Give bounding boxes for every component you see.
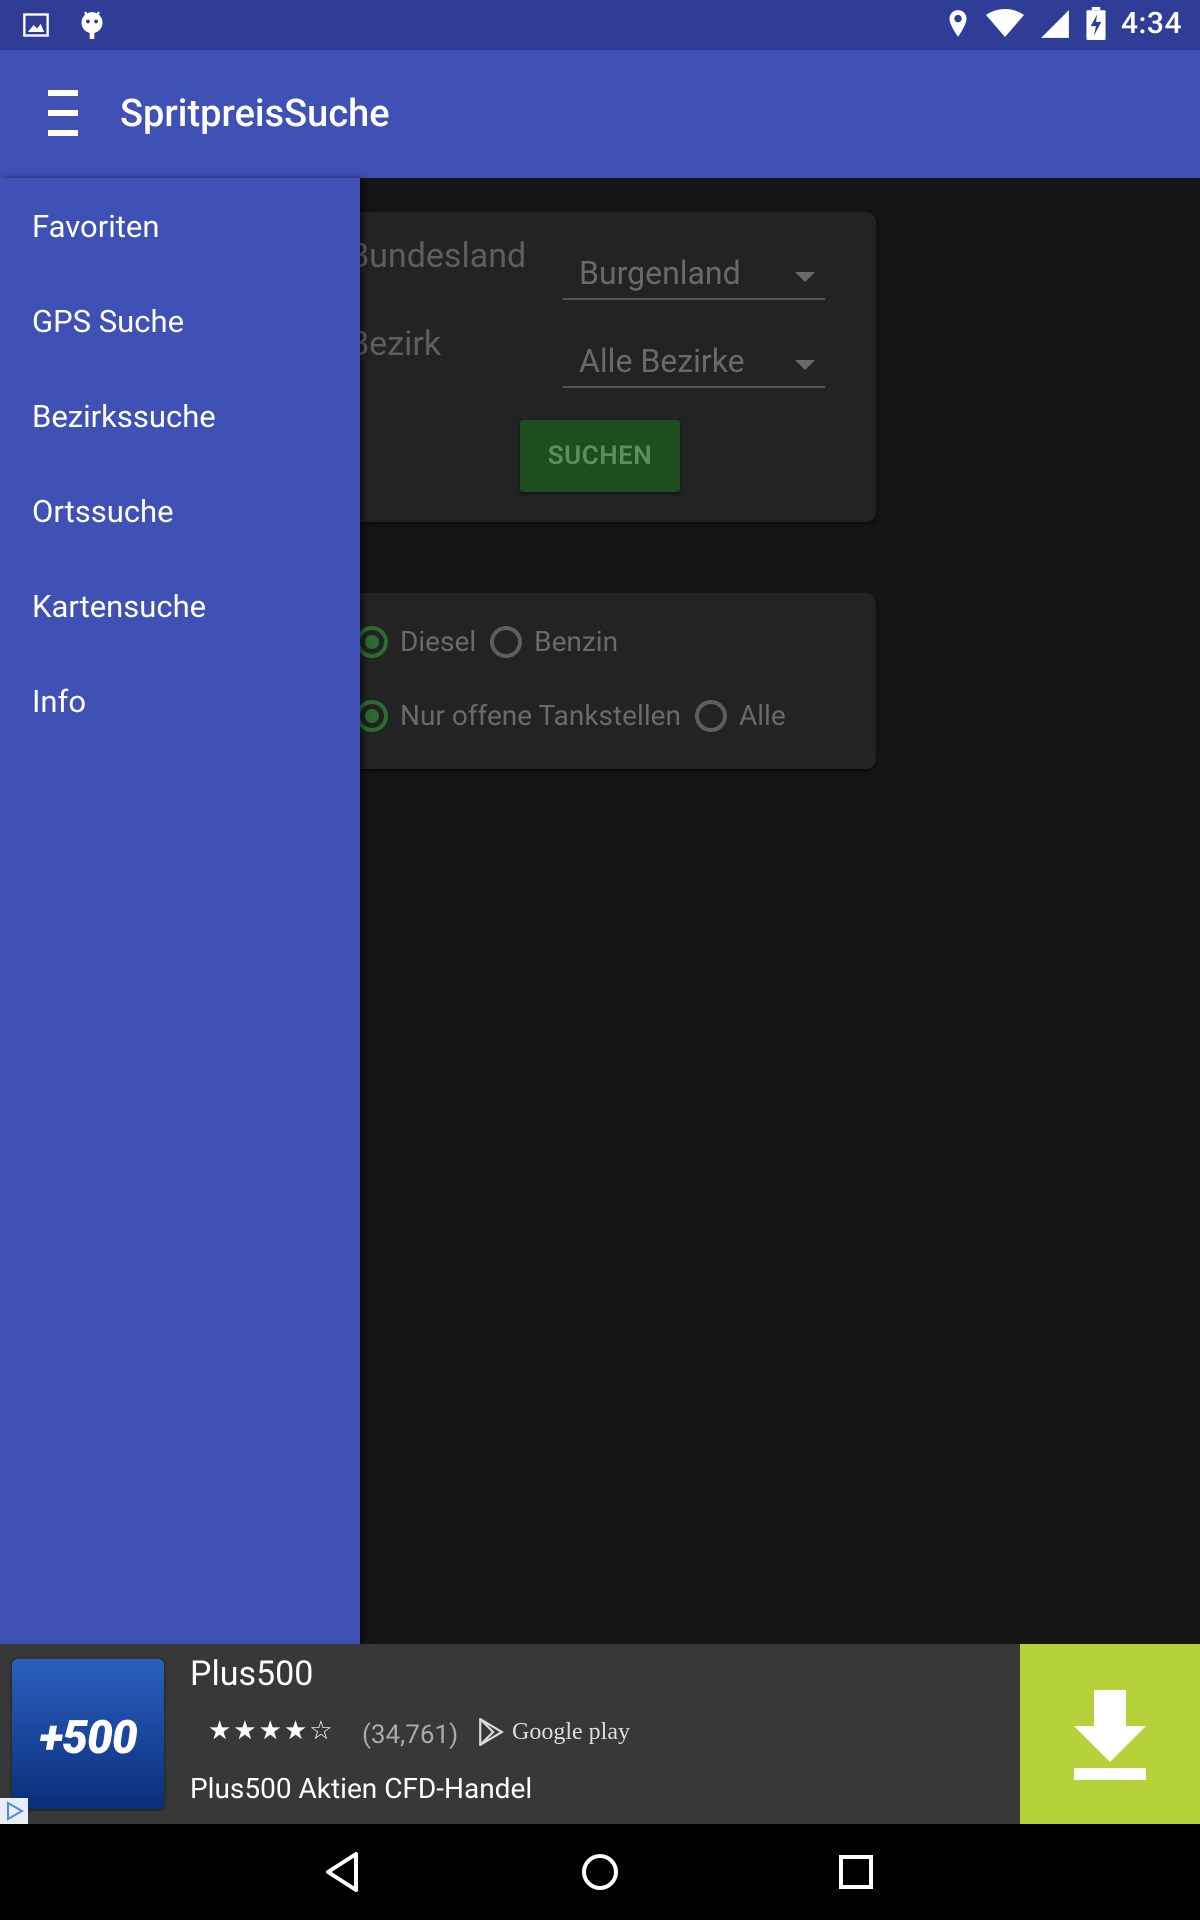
radio-benzin[interactable] — [490, 625, 523, 658]
bundesland-label: Bundesland — [348, 236, 527, 276]
status-time: 4:34 — [1120, 6, 1182, 41]
play-store-icon — [479, 1718, 504, 1746]
search-button[interactable]: SUCHEN — [520, 420, 680, 492]
drawer-item-favoriten[interactable]: Favoriten — [32, 208, 159, 245]
ad-title[interactable]: Plus500 — [190, 1654, 313, 1694]
status-bar: 4:34 — [0, 0, 1200, 50]
bezirk-spinner[interactable]: Alle Bezirke — [563, 334, 825, 388]
app-bar: SpritpreisSuche — [0, 50, 1200, 178]
station-radio-group: Nur offene Tankstellen Alle — [356, 699, 800, 732]
fuel-radio-group: Diesel Benzin — [356, 625, 632, 658]
bundesland-spinner[interactable]: Burgenland — [563, 246, 825, 300]
bezirk-label: Bezirk — [348, 324, 442, 364]
ad-download-button[interactable] — [1020, 1644, 1200, 1824]
android-icon — [81, 11, 103, 39]
drawer-item-ortssuche[interactable]: Ortssuche — [32, 493, 174, 530]
radio-all-stations-label: Alle — [738, 699, 786, 732]
chevron-down-icon — [795, 272, 815, 282]
radio-benzin-label: Benzin — [534, 625, 619, 658]
adchoices-icon[interactable] — [0, 1798, 28, 1824]
image-icon — [23, 13, 49, 37]
radio-diesel-label: Diesel — [400, 625, 477, 658]
ad-logo[interactable]: +500 — [12, 1659, 164, 1809]
home-icon[interactable] — [576, 1848, 624, 1896]
recents-icon[interactable] — [832, 1848, 880, 1896]
ad-rating-count: (34,761) — [362, 1720, 459, 1750]
bundesland-value: Burgenland — [579, 254, 741, 292]
system-nav-bar — [0, 1824, 1200, 1920]
ad-store-name: Google play — [512, 1718, 630, 1745]
hamburger-menu-icon[interactable] — [44, 88, 84, 138]
download-icon — [1074, 1690, 1146, 1780]
ad-logo-text: +500 — [39, 1711, 137, 1765]
radio-diesel[interactable] — [356, 625, 388, 658]
radio-all-stations[interactable] — [694, 699, 727, 732]
ad-store-badge: Google play — [478, 1718, 630, 1746]
signal-icon — [1041, 9, 1069, 38]
drawer-item-kartensuche[interactable]: Kartensuche — [32, 588, 206, 625]
radio-open-stations[interactable] — [356, 699, 388, 732]
ad-description[interactable]: Plus500 Aktien CFD-Handel — [190, 1772, 532, 1805]
ad-rating-stars: ★★★★☆ — [208, 1716, 335, 1746]
wifi-icon — [985, 8, 1024, 37]
drawer-item-info[interactable]: Info — [32, 683, 86, 720]
drawer-item-bezirkssuche[interactable]: Bezirkssuche — [32, 398, 216, 435]
drawer-item-gps-suche[interactable]: GPS Suche — [32, 303, 184, 340]
battery-charging-icon — [1086, 6, 1106, 40]
radio-open-stations-label: Nur offene Tankstellen — [400, 699, 681, 732]
location-icon — [949, 9, 967, 37]
navigation-drawer: Favoriten GPS Suche Bezirkssuche Ortssuc… — [0, 178, 360, 1644]
chevron-down-icon — [795, 360, 815, 370]
ad-banner[interactable]: +500 Plus500 ★★★★☆ (34,761) Google play … — [0, 1644, 1200, 1824]
back-icon[interactable] — [320, 1848, 368, 1896]
bezirk-value: Alle Bezirke — [579, 342, 745, 380]
app-title: SpritpreisSuche — [120, 92, 390, 136]
